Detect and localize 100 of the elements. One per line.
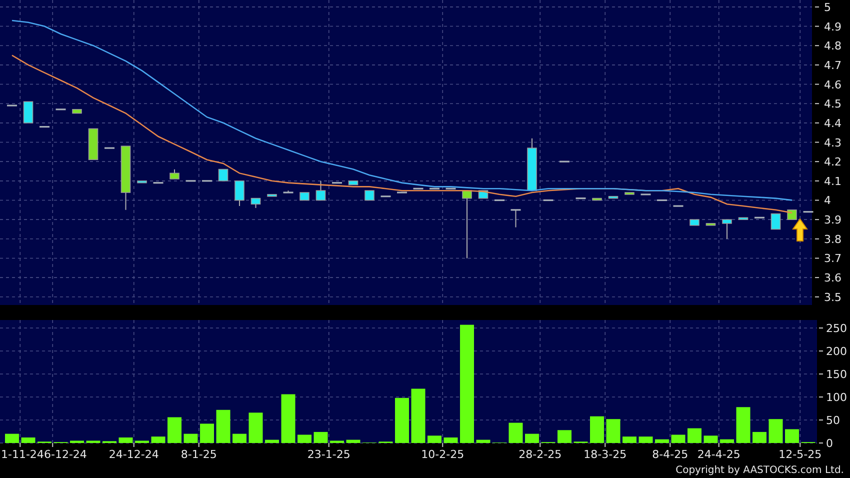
axis-label: 3.8	[824, 232, 842, 246]
candlestick	[104, 147, 114, 149]
axis-label: 50	[826, 414, 840, 427]
volume-bar	[590, 416, 604, 443]
candlestick	[640, 194, 651, 196]
axis-label: 24-4-25	[697, 448, 740, 461]
candlestick	[576, 198, 586, 200]
candlestick	[787, 209, 797, 220]
candlestick	[690, 219, 700, 226]
candlestick	[592, 198, 602, 201]
volume-bar	[558, 430, 572, 443]
candlestick	[40, 126, 50, 128]
axis-label: 18-3-25	[584, 448, 627, 461]
candlestick	[283, 190, 294, 194]
volume-bar	[671, 434, 686, 443]
candlestick	[430, 188, 440, 190]
volume-bar	[86, 440, 100, 443]
volume-bar	[281, 394, 296, 443]
axis-label: 0	[826, 437, 833, 450]
axis-label: 24-12-24	[108, 448, 159, 461]
candlestick	[770, 213, 781, 230]
volume-bar	[476, 440, 490, 443]
volume-bar	[151, 436, 166, 443]
volume-bar	[70, 440, 84, 443]
candlestick	[657, 199, 667, 202]
volume-bar	[168, 417, 182, 443]
volume-bar	[704, 436, 718, 443]
candlestick	[510, 209, 521, 228]
volume-bar	[298, 434, 312, 443]
axis-label: 8-4-25	[652, 448, 688, 461]
axis-label: 250	[826, 322, 847, 335]
axis-label: 3.6	[824, 272, 842, 285]
volume-bar	[768, 419, 783, 443]
volume-bar	[688, 428, 702, 443]
axis-label: 5	[824, 0, 831, 14]
axis-label: 23-1-25	[307, 448, 350, 461]
candlestick	[462, 190, 472, 259]
axis-label: 100	[826, 391, 847, 404]
volume-bar	[411, 388, 426, 443]
volume-bar	[330, 440, 344, 443]
candlestick	[153, 182, 164, 184]
volume-bar	[720, 439, 734, 443]
axis-label: 3.5	[824, 290, 842, 304]
volume-bar	[606, 419, 620, 443]
candlestick	[706, 222, 716, 226]
axis-label: 4.2	[824, 156, 842, 169]
volume-bar	[655, 439, 669, 443]
candlestick	[88, 128, 98, 160]
candlestick	[413, 188, 424, 190]
axis-label: 4.5	[824, 98, 842, 111]
axis-label: 150	[826, 368, 847, 381]
volume-bar	[785, 429, 799, 443]
candlestick	[56, 108, 66, 110]
axis-label: 8-1-25	[180, 448, 217, 461]
axis-label: 4.9	[824, 20, 842, 34]
candlestick	[543, 199, 554, 202]
volume-bar	[395, 398, 409, 443]
axis-label: 4.7	[824, 58, 842, 72]
volume-bar	[265, 440, 279, 443]
axis-label: 4.4	[824, 116, 842, 130]
candlestick	[186, 180, 196, 182]
candlestick	[673, 205, 684, 207]
candlestick	[300, 192, 310, 201]
volume-bar	[622, 436, 636, 443]
axis-label: 12-5-25	[778, 448, 822, 461]
candlestick	[202, 180, 212, 182]
candlestick	[527, 138, 537, 192]
axis-label: 3.9	[824, 214, 842, 227]
candlestick	[218, 168, 228, 182]
volume-bar	[135, 440, 149, 443]
axis-label: 4.1	[824, 174, 842, 188]
axis-label: 4	[824, 194, 831, 208]
candlestick	[754, 216, 764, 218]
axis-label: 4.8	[824, 40, 842, 53]
candlestick	[446, 188, 456, 190]
axis-label: 6-12-24	[44, 448, 87, 461]
volume-bar	[200, 424, 214, 443]
candlestick	[170, 168, 180, 180]
candlestick	[120, 146, 131, 210]
candlestick	[250, 198, 261, 208]
volume-bar	[638, 436, 653, 443]
candlestick	[364, 190, 374, 201]
candlestick	[7, 104, 17, 106]
candlestick	[494, 199, 504, 202]
axis-label: 3.7	[824, 252, 842, 266]
volume-bar	[428, 436, 442, 443]
axis-label: 1-11-24	[1, 448, 44, 461]
axis-label: 200	[826, 345, 847, 358]
arrow-up-icon	[792, 218, 808, 242]
candlestick	[608, 196, 618, 199]
axis-label: 4.6	[824, 78, 842, 92]
volume-bar	[736, 407, 750, 443]
candlestick	[397, 192, 407, 194]
candlestick	[722, 219, 732, 240]
candlestick	[738, 217, 748, 220]
candlestick	[803, 211, 814, 213]
candlestick	[267, 194, 277, 197]
candlestick	[234, 180, 244, 207]
candlestick	[332, 182, 342, 184]
volume-bar	[216, 410, 230, 443]
